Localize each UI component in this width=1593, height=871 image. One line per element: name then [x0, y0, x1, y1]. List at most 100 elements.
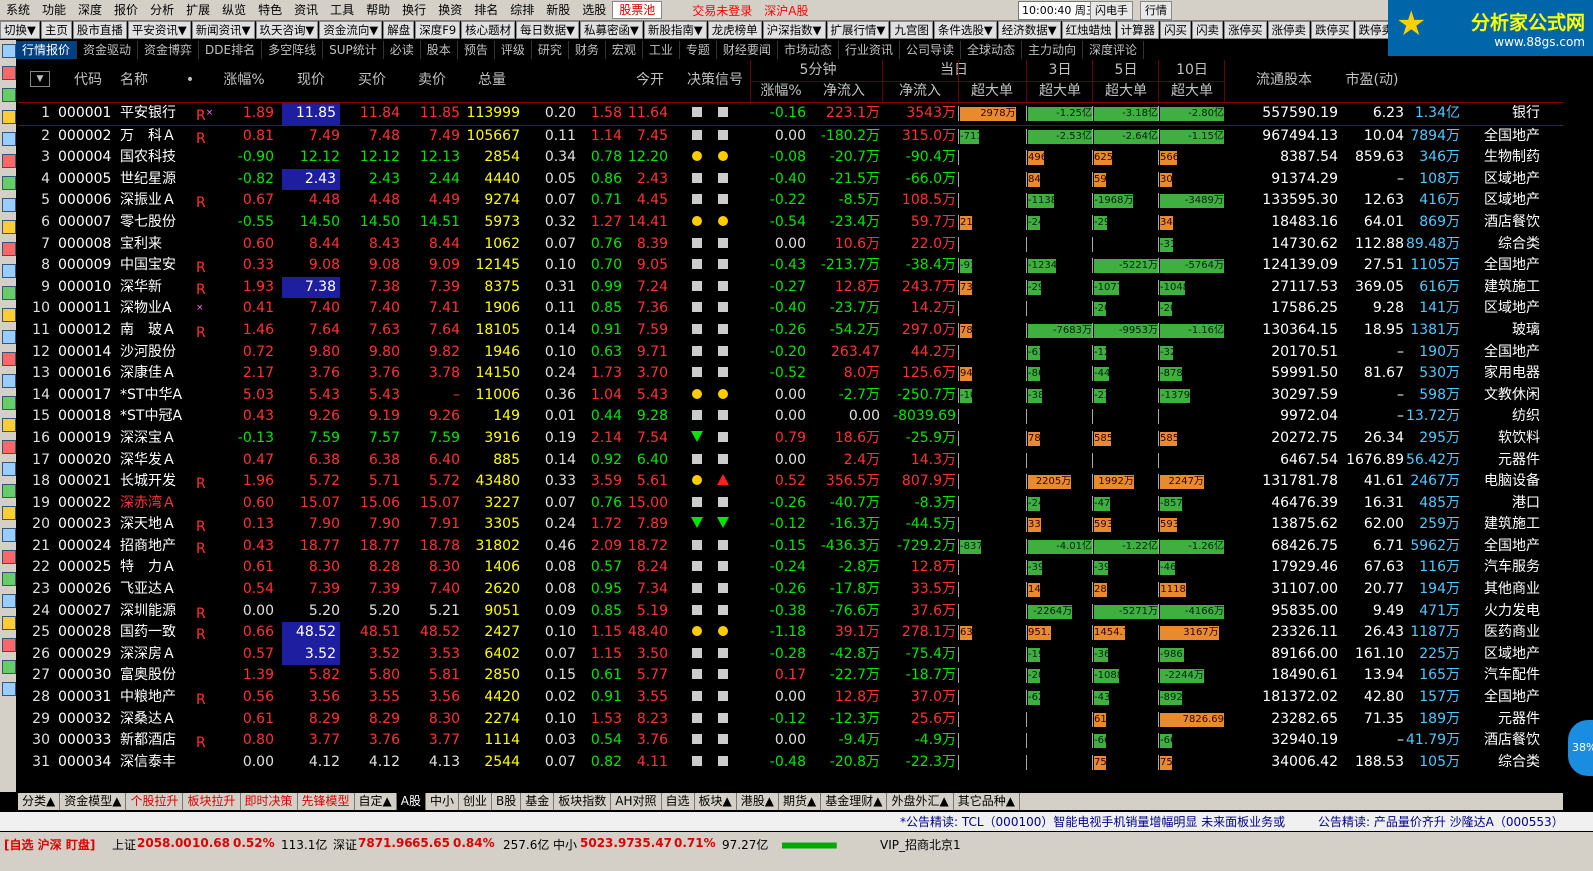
- toolbar-button[interactable]: 资金流向▼: [319, 21, 383, 39]
- menu-item[interactable]: 帮助: [360, 0, 396, 20]
- toolbar-button[interactable]: 条件选股▼: [933, 21, 997, 39]
- market-tab[interactable]: A股: [396, 793, 426, 810]
- nav-tab[interactable]: 财务: [569, 40, 606, 59]
- market-tab[interactable]: 即时决策: [241, 793, 298, 810]
- tool-icon[interactable]: [2, 418, 16, 432]
- tool-icon[interactable]: [2, 198, 16, 212]
- nav-tab[interactable]: 公司导读: [900, 40, 961, 59]
- market-tab[interactable]: 基金理财▲: [821, 793, 888, 810]
- market-tab[interactable]: B股: [492, 793, 522, 810]
- market-label[interactable]: 深沪A股: [764, 2, 808, 19]
- nav-tab[interactable]: 工业: [643, 40, 680, 59]
- table-row[interactable]: 26 000029 深深房Ａ 0.57 3.52 3.52 3.53 6402 0.07 1.15…: [18, 643, 1563, 666]
- toolbar-button[interactable]: 龙虎榜单: [707, 21, 762, 39]
- tool-icon[interactable]: [2, 286, 16, 300]
- tool-icon[interactable]: [2, 220, 16, 234]
- table-row[interactable]: 23 000026 飞亚达Ａ 0.54 7.39 7.39 7.40 2620 0.08 0.95…: [18, 579, 1563, 601]
- table-row[interactable]: 19 000022 深赤湾Ａ 0.60 15.07 15.06 15.07 3227 0.07 0…: [18, 493, 1563, 515]
- progress-bubble[interactable]: 38%: [1568, 720, 1593, 776]
- nav-tab[interactable]: 主力动向: [1022, 40, 1084, 59]
- header-chg[interactable]: 涨幅%: [214, 70, 274, 90]
- tool-icon[interactable]: [2, 440, 16, 454]
- header-g3-big[interactable]: 超大单: [1028, 81, 1092, 101]
- menu-item[interactable]: 换行: [396, 0, 432, 20]
- market-tab[interactable]: 期货▲: [779, 793, 822, 810]
- toolbar-button[interactable]: 沪深指数▼: [762, 21, 826, 39]
- tool-icon[interactable]: [2, 88, 16, 102]
- toolbar-button[interactable]: 玖天咨询▼: [255, 21, 319, 39]
- toolbar-button[interactable]: 闪卖: [1192, 21, 1224, 39]
- nav-tab[interactable]: 行情报价: [16, 40, 78, 59]
- tool-icon[interactable]: [2, 528, 16, 542]
- market-tab[interactable]: 自选: [662, 793, 695, 810]
- header-g3[interactable]: 3日: [1028, 60, 1092, 80]
- table-row[interactable]: 24 000027 深圳能源 R 0.00 5.20 5.20 5.21 9051 0.09 0.8…: [18, 601, 1563, 623]
- header-g5d-big[interactable]: 超大单: [1094, 81, 1158, 101]
- nav-tab[interactable]: 研究: [532, 40, 569, 59]
- menu-item[interactable]: 纵览: [216, 0, 252, 20]
- market-tab[interactable]: 个股拉升: [126, 793, 184, 810]
- header-g5min[interactable]: 5分钟: [756, 60, 880, 80]
- tool-icon[interactable]: [2, 330, 16, 344]
- notice-right[interactable]: 公告精读: 产品量价齐升 沙隆达A（000553）: [1318, 813, 1564, 830]
- toolbar-button[interactable]: 扩展行情▼: [826, 21, 890, 39]
- tool-icon[interactable]: [2, 660, 16, 674]
- header-gd-big[interactable]: 超大单: [960, 81, 1024, 101]
- menu-item[interactable]: 分析: [144, 0, 180, 20]
- tool-icon[interactable]: [2, 242, 16, 256]
- tool-icon[interactable]: [2, 110, 16, 124]
- toolbar-button[interactable]: 跌停买: [1311, 21, 1354, 39]
- market-tab[interactable]: AH对照: [611, 793, 662, 810]
- menu-item[interactable]: 报价: [108, 0, 144, 20]
- toolbar-button[interactable]: 深度F9: [415, 21, 461, 39]
- header-g5d[interactable]: 5日: [1094, 60, 1158, 80]
- nav-tab[interactable]: SUP统计: [323, 40, 384, 59]
- table-row[interactable]: 31 000034 深信泰丰 0.00 4.12 4.12 4.13 2544 0.07 0.82…: [18, 752, 1563, 774]
- table-row[interactable]: 18 000021 长城开发 R 1.96 5.72 5.71 5.72 43480 0.33 3.…: [18, 471, 1563, 493]
- nav-tab[interactable]: 必读: [384, 40, 421, 59]
- nav-tab[interactable]: 资金博弈: [138, 40, 200, 59]
- tool-icon[interactable]: [2, 44, 16, 58]
- right-button[interactable]: 闪电手: [1090, 1, 1133, 20]
- status-mode[interactable]: [自选 沪深 盯盘]: [4, 836, 95, 853]
- tool-icon[interactable]: [2, 264, 16, 278]
- market-tab[interactable]: 板块指数: [554, 793, 612, 810]
- nav-tab[interactable]: 多空阵线: [262, 40, 324, 59]
- tool-icon[interactable]: [2, 594, 16, 608]
- header-pe[interactable]: 市盈(动): [1340, 70, 1404, 90]
- table-row[interactable]: 22 000025 特 力Ａ 0.61 8.30 8.28 8.30 1406 0.08 0.57…: [18, 557, 1563, 579]
- market-tab[interactable]: 基金: [521, 793, 555, 810]
- market-tab[interactable]: 分类▲: [18, 793, 61, 810]
- table-row[interactable]: 10 000011 深物业A × 0.41 7.40 7.40 7.41 1906 0.11 0.8…: [18, 298, 1563, 320]
- nav-tab[interactable]: 市场动态: [778, 40, 839, 59]
- toolbar-button[interactable]: 跌停卖: [1354, 21, 1388, 39]
- tool-icon[interactable]: [2, 154, 16, 168]
- toolbar-button[interactable]: 九宫图: [890, 21, 933, 39]
- nav-tab[interactable]: 深度评论: [1083, 40, 1145, 59]
- toolbar-button[interactable]: 经济数据▼: [997, 21, 1061, 39]
- tool-icon[interactable]: [2, 550, 16, 564]
- toolbar-button[interactable]: 主页: [40, 21, 72, 39]
- menu-item[interactable]: 深度: [72, 0, 108, 20]
- toolbar-button[interactable]: 新股指南▼: [643, 21, 707, 39]
- tool-icon[interactable]: [2, 572, 16, 586]
- nav-tab[interactable]: DDE排名: [199, 40, 263, 59]
- tool-icon[interactable]: [2, 506, 16, 520]
- table-row[interactable]: 14 000017 *ST中华A 5.03 5.43 5.43–11006 0.36 1.04…: [18, 385, 1563, 407]
- table-row[interactable]: 12 000014 沙河股份 0.72 9.80 9.80 9.82 1946 0.10 0.63…: [18, 342, 1563, 364]
- table-row[interactable]: 30 000033 新都酒店 R 0.80 3.77 3.76 3.77 1114 0.03 0.5…: [18, 730, 1563, 752]
- table-row[interactable]: 4 000005 世纪星源 -0.82 2.43 2.43 2.44 4440 0.05 0.86…: [18, 168, 1563, 191]
- tool-icon[interactable]: [2, 396, 16, 410]
- nav-tab[interactable]: 预告: [458, 40, 495, 59]
- menu-item[interactable]: 排名: [468, 0, 504, 20]
- table-row[interactable]: 29 000032 深桑达Ａ 0.61 8.29 8.29 8.30 2274 0.10 1.53…: [18, 709, 1563, 731]
- tool-icon[interactable]: [2, 66, 16, 80]
- header-bid[interactable]: 买价: [344, 70, 400, 90]
- table-row[interactable]: 20 000023 深天地Ａ R 0.13 7.90 7.90 7.91 3305 0.24 1.7…: [18, 514, 1563, 536]
- toolbar-button[interactable]: 计算器: [1116, 21, 1160, 39]
- header-open[interactable]: 今开: [626, 70, 674, 90]
- header-dot[interactable]: •: [184, 70, 196, 90]
- toolbar-button[interactable]: 平安资讯▼: [127, 21, 191, 39]
- header-signal[interactable]: 决策信号: [678, 70, 752, 90]
- header-g5-flow[interactable]: 净流入: [808, 81, 880, 101]
